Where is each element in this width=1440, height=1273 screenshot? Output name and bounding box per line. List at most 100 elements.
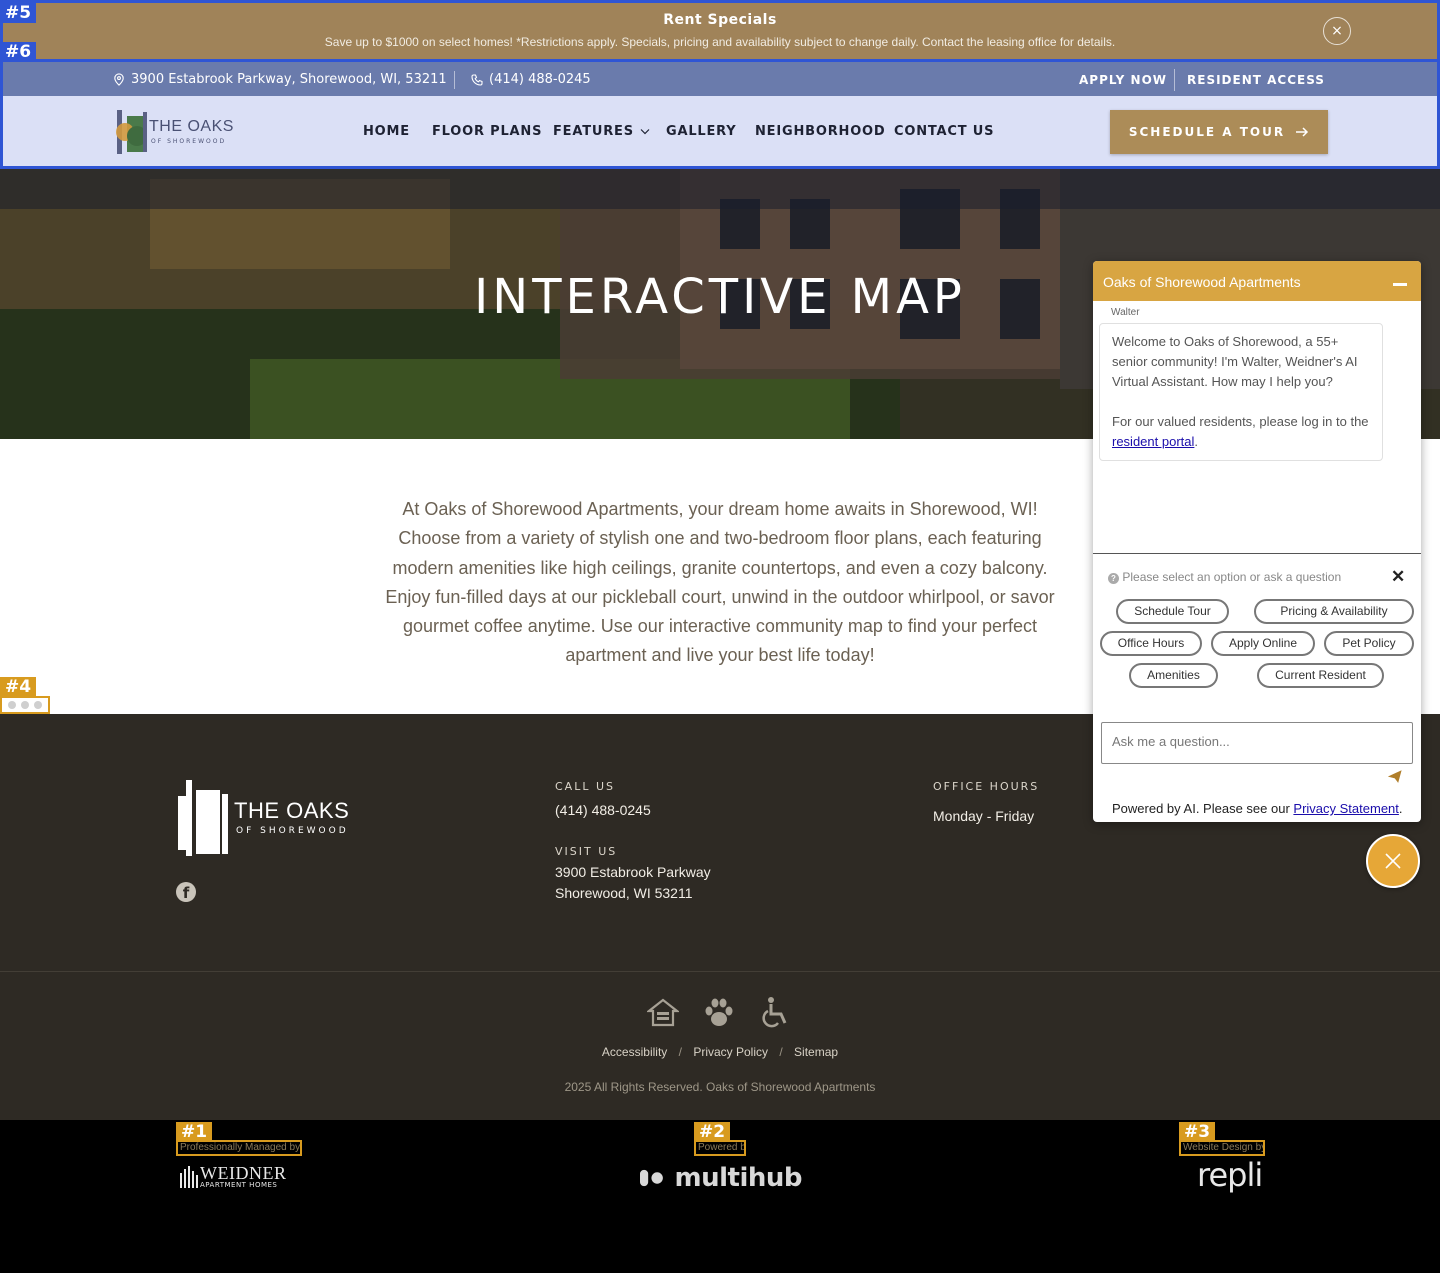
chip-amenities[interactable]: Amenities [1129, 663, 1218, 688]
rent-specials-banner: Rent Specials Save up to $1000 on select… [0, 0, 1440, 62]
schedule-tour-button[interactable]: SCHEDULE A TOUR [1110, 110, 1328, 154]
footer-phone[interactable]: (414) 488-0245 [555, 800, 651, 821]
main-nav-row: THE OAKS OF SHOREWOOD HOME FLOOR PLANS F… [3, 96, 1437, 166]
schedule-tour-label: SCHEDULE A TOUR [1128, 125, 1286, 139]
chat-message-suffix: . [1194, 434, 1199, 449]
repli-logo[interactable]: repli [1197, 1156, 1263, 1194]
logo-sub: OF SHOREWOOD [151, 138, 227, 145]
address-link[interactable]: 3900 Estabrook Parkway, Shorewood, WI, 5… [113, 72, 447, 87]
specials-text: Save up to $1000 on select homes! *Restr… [324, 35, 1116, 49]
chat-header: Oaks of Shorewood Apartments [1093, 261, 1421, 301]
nav-floor-plans[interactable]: FLOOR PLANS [432, 124, 542, 139]
privacy-policy-link[interactable]: Privacy Policy [693, 1045, 768, 1059]
close-icon[interactable]: × [1323, 17, 1351, 45]
brand-bar: Professionally Managed by WEIDNER APARTM… [0, 1120, 1440, 1273]
weidner-logo[interactable]: WEIDNER APARTMENT HOMES [180, 1163, 286, 1191]
topbar-divider-2 [1174, 69, 1175, 91]
oak-tree-logo-icon [178, 780, 228, 856]
intro-paragraph: At Oaks of Shorewood Apartments, your dr… [385, 499, 1055, 666]
paw-icon [702, 996, 736, 1030]
chat-widget: Oaks of Shorewood Apartments Walter Welc… [1093, 261, 1421, 822]
managed-by-caption: Professionally Managed by [176, 1140, 302, 1156]
minimize-icon[interactable] [1393, 283, 1407, 286]
chat-message-resident-prefix: For our valued residents, please log in … [1112, 414, 1369, 429]
footer-divider [0, 971, 1440, 972]
help-icon: ? [1108, 573, 1119, 584]
sitemap-link[interactable]: Sitemap [794, 1045, 838, 1059]
footer-address-line1[interactable]: 3900 Estabrook Parkway [555, 862, 711, 883]
top-bar: 3900 Estabrook Parkway, Shorewood, WI, 5… [3, 62, 1437, 96]
marker-1: #1 [176, 1122, 213, 1142]
chat-disclaimer-text: Powered by AI. Please see our [1112, 801, 1290, 816]
topbar-phone: (414) 488-0245 [489, 72, 591, 87]
chat-prompt-text: Please select an option or ask a questio… [1122, 570, 1342, 584]
close-options-icon[interactable]: ✕ [1391, 567, 1405, 587]
privacy-statement-link[interactable]: Privacy Statement [1293, 801, 1399, 816]
weidner-mark-icon [180, 1166, 198, 1188]
equal-housing-icon [646, 996, 680, 1030]
resident-access-link[interactable]: RESIDENT ACCESS [1187, 73, 1325, 87]
chat-disclaimer: Powered by AI. Please see our Privacy St… [1112, 801, 1403, 816]
chat-input[interactable]: Ask me a question... [1101, 722, 1413, 764]
chat-prompt: ? Please select an option or ask a quest… [1108, 570, 1341, 584]
loading-dots [0, 696, 50, 714]
chip-apply-online[interactable]: Apply Online [1211, 631, 1315, 656]
chevron-down-icon [640, 129, 650, 135]
footer-compliance-icons [646, 996, 792, 1030]
facebook-icon[interactable]: f [176, 882, 196, 902]
footer-address-line2[interactable]: Shorewood, WI 53211 [555, 883, 693, 904]
nav-features-label: FEATURES [553, 124, 634, 139]
location-pin-icon [114, 73, 124, 86]
nav-neighborhood[interactable]: NEIGHBORHOOD [755, 124, 886, 139]
footer-links: Accessibility / Privacy Policy / Sitemap [0, 1045, 1440, 1059]
link-separator: / [678, 1045, 682, 1059]
link-separator: / [779, 1045, 783, 1059]
multihub-mark-icon [640, 1169, 663, 1187]
call-us-label: CALL US [555, 780, 615, 793]
site-header: 3900 Estabrook Parkway, Shorewood, WI, 5… [0, 59, 1440, 169]
marker-2: #2 [694, 1122, 731, 1142]
marker-5: #5 [0, 3, 37, 23]
nav-contact[interactable]: CONTACT US [894, 124, 994, 139]
chat-sender: Walter [1111, 307, 1140, 318]
logo-name: THE OAKS [149, 118, 234, 135]
chip-schedule-tour[interactable]: Schedule Tour [1116, 599, 1229, 624]
chip-pricing[interactable]: Pricing & Availability [1254, 599, 1414, 624]
arrow-right-icon [1296, 127, 1309, 137]
footer-logo[interactable]: THE OAKS OF SHOREWOOD [176, 780, 376, 856]
chip-office-hours[interactable]: Office Hours [1100, 631, 1202, 656]
website-design-caption: Website Design by [1179, 1140, 1265, 1156]
footer-logo-sub: OF SHOREWOOD [236, 826, 349, 836]
chat-message-resident: For our valued residents, please log in … [1112, 412, 1370, 452]
send-icon[interactable] [1387, 770, 1402, 786]
office-hours-label: OFFICE HOURS [933, 780, 1040, 793]
chat-disclaimer-suffix: . [1398, 801, 1403, 816]
topbar-divider [454, 71, 455, 89]
visit-us-label: VISIT US [555, 845, 618, 858]
chat-divider [1093, 553, 1421, 554]
close-icon [1385, 853, 1401, 869]
oak-tree-logo-icon [116, 110, 147, 154]
chat-close-button[interactable] [1366, 834, 1420, 888]
copyright: 2025 All Rights Reserved. Oaks of Shorew… [564, 1080, 876, 1094]
accessibility-link[interactable]: Accessibility [602, 1045, 667, 1059]
nav-features[interactable]: FEATURES [553, 124, 650, 139]
resident-portal-link[interactable]: resident portal [1112, 434, 1194, 449]
accessibility-icon [758, 996, 792, 1030]
powered-by-caption: Powered by [694, 1140, 746, 1156]
chip-pet-policy[interactable]: Pet Policy [1324, 631, 1414, 656]
apply-now-link[interactable]: APPLY NOW [1079, 73, 1167, 87]
nav-home[interactable]: HOME [363, 124, 410, 139]
site-logo[interactable]: THE OAKS OF SHOREWOOD [113, 106, 243, 156]
footer-logo-name: THE OAKS [234, 798, 350, 823]
dot [20, 701, 29, 709]
phone-icon [471, 73, 483, 86]
nav-gallery[interactable]: GALLERY [666, 124, 737, 139]
multihub-name: multihub [674, 1163, 803, 1193]
chip-current-resident[interactable]: Current Resident [1257, 663, 1384, 688]
phone-link[interactable]: (414) 488-0245 [471, 72, 591, 87]
dot [34, 701, 43, 709]
marker-6: #6 [0, 42, 37, 62]
marker-3: #3 [1179, 1122, 1216, 1142]
multihub-logo[interactable]: multihub [640, 1163, 803, 1193]
